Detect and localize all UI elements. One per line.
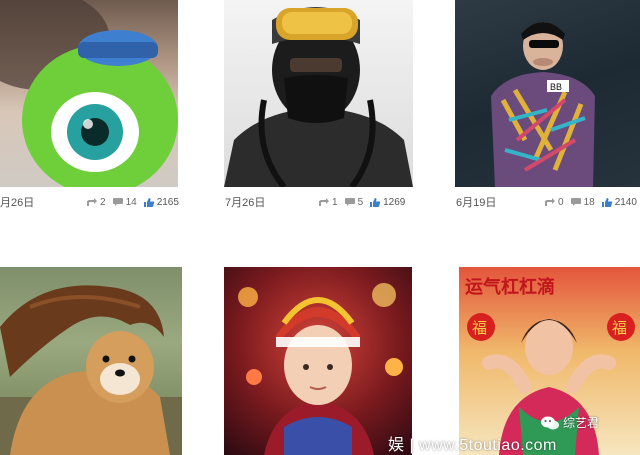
wechat-badge: 综艺君 <box>540 414 599 431</box>
like-stat[interactable]: 1269 <box>369 197 405 208</box>
comment-icon <box>570 198 581 206</box>
like-stat[interactable]: 2165 <box>143 197 179 208</box>
comment-count: 18 <box>583 196 595 208</box>
post-photo-monster-toy[interactable] <box>0 0 178 187</box>
share-stat[interactable]: 1 <box>318 197 338 208</box>
comment-icon <box>344 198 355 206</box>
wechat-icon <box>541 416 559 429</box>
thumbs-up-icon <box>601 197 612 207</box>
poster-charm-left-text: 福 <box>472 319 487 337</box>
post-photo-masked-person[interactable] <box>224 0 413 187</box>
share-icon <box>545 198 555 206</box>
like-count: 2140 <box>614 196 637 208</box>
share-count: 0 <box>558 196 564 208</box>
like-count: 2165 <box>156 196 179 208</box>
like-count: 1269 <box>383 196 406 208</box>
site-watermark: 娱 | www.5toutiao.com <box>388 432 557 454</box>
share-count: 2 <box>100 196 106 208</box>
share-icon <box>87 198 97 206</box>
watermark-text: 娱 | www.5toutiao.com <box>388 437 557 454</box>
comment-count: 5 <box>357 196 364 208</box>
thumbs-up-icon <box>370 197 381 207</box>
post-stats: 0 18 2140 <box>538 194 637 210</box>
comment-stat[interactable]: 18 <box>570 197 595 208</box>
comment-stat[interactable]: 14 <box>112 197 137 208</box>
badge-text: 综艺君 <box>563 416 600 430</box>
comment-icon <box>112 198 123 206</box>
shirt-logo-text: BB <box>550 82 562 92</box>
poster-title-text: 运气杠杠滴 <box>465 276 555 298</box>
post-date: 7月26日 <box>225 197 266 209</box>
thumbs-up-icon <box>143 197 154 207</box>
comment-stat[interactable]: 5 <box>344 196 364 208</box>
post-photo-dog-with-wig[interactable] <box>0 267 182 455</box>
post-photo-boy-tiger-hat[interactable] <box>224 267 412 455</box>
like-stat[interactable]: 2140 <box>601 197 637 208</box>
post-photo-man-patterned-jacket[interactable]: BB <box>455 0 640 187</box>
post-stats: 1 5 1269 <box>312 194 405 210</box>
post-date: 月26日 <box>0 197 35 209</box>
share-count: 1 <box>332 196 338 208</box>
share-stat[interactable]: 0 <box>544 197 564 208</box>
share-icon <box>319 198 329 206</box>
poster-charm-right-text: 福 <box>612 319 627 337</box>
share-stat[interactable]: 2 <box>86 197 106 208</box>
post-date: 6月19日 <box>456 197 497 209</box>
post-stats: 2 14 2165 <box>80 194 179 210</box>
comment-count: 14 <box>125 196 137 208</box>
